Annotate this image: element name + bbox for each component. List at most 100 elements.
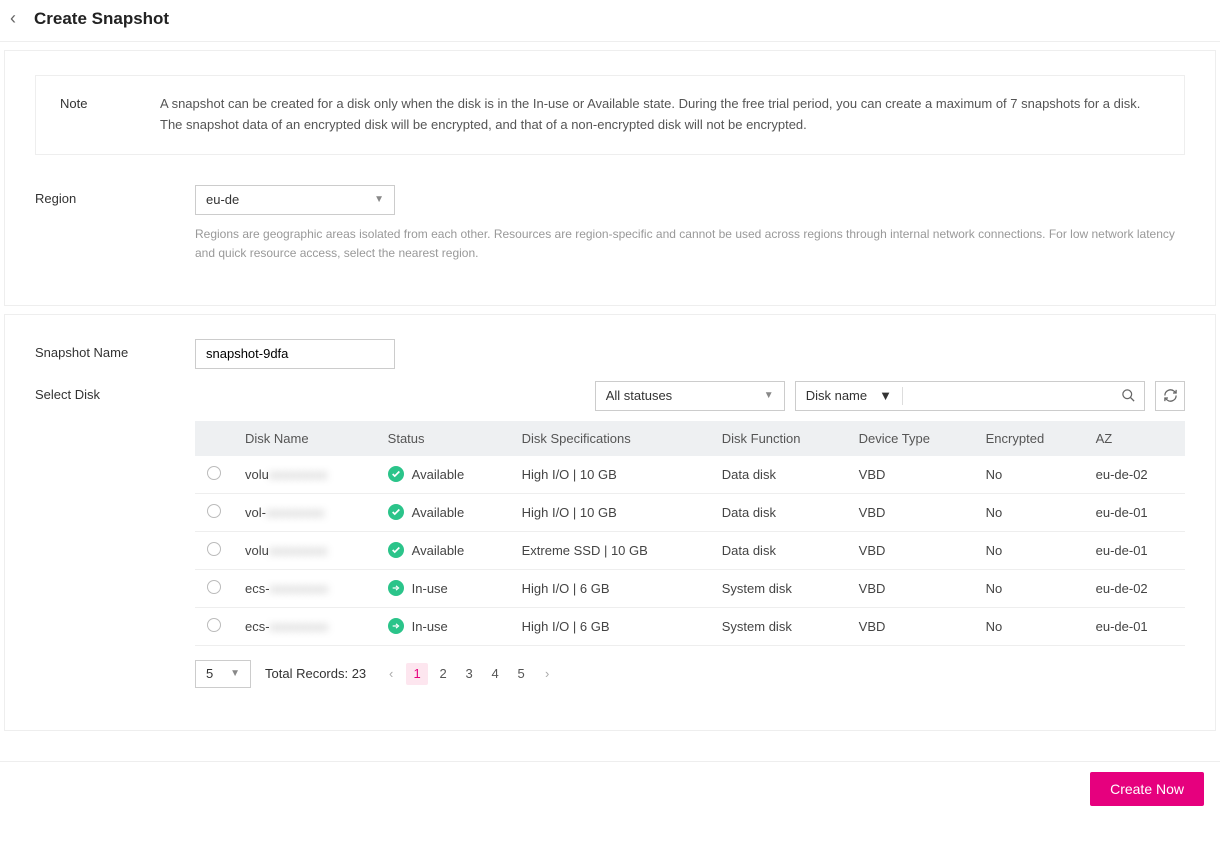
cell-az: eu-de-01 — [1084, 607, 1185, 645]
search-icon — [1121, 388, 1136, 403]
cell-status: Available — [376, 531, 510, 569]
cell-encrypted: No — [974, 531, 1084, 569]
cell-function: Data disk — [710, 456, 847, 494]
refresh-button[interactable] — [1155, 381, 1185, 411]
note-box: Note A snapshot can be created for a dis… — [35, 75, 1185, 155]
cell-device: VBD — [847, 607, 974, 645]
row-radio[interactable] — [207, 466, 221, 480]
row-radio[interactable] — [207, 542, 221, 556]
pager-page[interactable]: 5 — [510, 663, 532, 685]
chevron-down-icon: ▼ — [764, 390, 774, 401]
select-disk-label: Select Disk — [35, 381, 135, 688]
cell-spec: High I/O | 10 GB — [510, 456, 710, 494]
table-row: vol-xxxxxxxxxAvailableHigh I/O | 10 GBDa… — [195, 493, 1185, 531]
region-section: Note A snapshot can be created for a dis… — [4, 50, 1216, 306]
cell-function: System disk — [710, 607, 847, 645]
col-az: AZ — [1084, 421, 1185, 456]
cell-az: eu-de-01 — [1084, 493, 1185, 531]
cell-disk-name: ecs-xxxxxxxxx — [233, 569, 376, 607]
pager-page[interactable]: 2 — [432, 663, 454, 685]
snapshot-name-label: Snapshot Name — [35, 339, 135, 360]
table-row: ecs-xxxxxxxxxIn-useHigh I/O | 6 GBSystem… — [195, 607, 1185, 645]
region-select[interactable]: eu-de ▼ — [195, 185, 395, 215]
cell-spec: High I/O | 6 GB — [510, 607, 710, 645]
arrow-circle-icon — [388, 618, 404, 634]
cell-status: Available — [376, 493, 510, 531]
note-label: Note — [60, 94, 100, 136]
page-size-select[interactable]: 5 ▼ — [195, 660, 251, 688]
cell-encrypted: No — [974, 607, 1084, 645]
pager-prev[interactable]: ‹ — [380, 663, 402, 685]
region-value: eu-de — [206, 192, 239, 207]
refresh-icon — [1163, 388, 1178, 403]
col-device: Device Type — [847, 421, 974, 456]
disk-section: Snapshot Name Select Disk All statuses ▼… — [4, 314, 1216, 731]
page-title: Create Snapshot — [34, 9, 169, 29]
table-row: ecs-xxxxxxxxxIn-useHigh I/O | 6 GBSystem… — [195, 569, 1185, 607]
region-label: Region — [35, 185, 135, 206]
pager-page[interactable]: 1 — [406, 663, 428, 685]
note-line2: The snapshot data of an encrypted disk w… — [160, 115, 1140, 136]
chevron-down-icon: ▼ — [879, 388, 892, 403]
page-size-value: 5 — [206, 666, 213, 681]
check-circle-icon — [388, 542, 404, 558]
snapshot-name-input-wrapper — [195, 339, 395, 369]
chevron-down-icon: ▼ — [374, 194, 384, 205]
pager-page[interactable]: 3 — [458, 663, 480, 685]
cell-spec: High I/O | 6 GB — [510, 569, 710, 607]
note-line1: A snapshot can be created for a disk onl… — [160, 94, 1140, 115]
disk-search-input[interactable] — [903, 388, 1113, 403]
cell-az: eu-de-01 — [1084, 531, 1185, 569]
back-icon[interactable]: ‹ — [6, 8, 20, 29]
cell-disk-name: ecs-xxxxxxxxx — [233, 607, 376, 645]
cell-encrypted: No — [974, 456, 1084, 494]
cell-device: VBD — [847, 569, 974, 607]
col-function: Disk Function — [710, 421, 847, 456]
region-hint: Regions are geographic areas isolated fr… — [195, 225, 1185, 263]
cell-function: Data disk — [710, 493, 847, 531]
pager-page[interactable]: 4 — [484, 663, 506, 685]
pagination: 5 ▼ Total Records: 23 ‹12345› — [195, 660, 1185, 688]
table-row: voluxxxxxxxxxAvailableHigh I/O | 10 GBDa… — [195, 456, 1185, 494]
arrow-circle-icon — [388, 580, 404, 596]
cell-device: VBD — [847, 531, 974, 569]
pager-next[interactable]: › — [536, 663, 558, 685]
snapshot-name-input[interactable] — [206, 346, 384, 361]
col-encrypted: Encrypted — [974, 421, 1084, 456]
status-filter-value: All statuses — [606, 388, 672, 403]
note-text: A snapshot can be created for a disk onl… — [160, 94, 1140, 136]
cell-device: VBD — [847, 456, 974, 494]
search-by-select[interactable]: Disk name ▼ — [796, 388, 902, 403]
cell-az: eu-de-02 — [1084, 456, 1185, 494]
check-circle-icon — [388, 504, 404, 520]
row-radio[interactable] — [207, 580, 221, 594]
cell-function: System disk — [710, 569, 847, 607]
disk-search-combo: Disk name ▼ — [795, 381, 1145, 411]
cell-spec: Extreme SSD | 10 GB — [510, 531, 710, 569]
col-disk-name: Disk Name — [233, 421, 376, 456]
search-button[interactable] — [1113, 388, 1144, 403]
search-by-value: Disk name — [806, 388, 867, 403]
chevron-down-icon: ▼ — [230, 668, 240, 679]
cell-encrypted: No — [974, 569, 1084, 607]
check-circle-icon — [388, 466, 404, 482]
table-row: voluxxxxxxxxxAvailableExtreme SSD | 10 G… — [195, 531, 1185, 569]
cell-status: Available — [376, 456, 510, 494]
cell-function: Data disk — [710, 531, 847, 569]
row-radio[interactable] — [207, 618, 221, 632]
cell-status: In-use — [376, 569, 510, 607]
cell-disk-name: voluxxxxxxxxx — [233, 456, 376, 494]
total-records: Total Records: 23 — [265, 666, 366, 681]
cell-spec: High I/O | 10 GB — [510, 493, 710, 531]
col-spec: Disk Specifications — [510, 421, 710, 456]
cell-az: eu-de-02 — [1084, 569, 1185, 607]
col-status: Status — [376, 421, 510, 456]
cell-disk-name: voluxxxxxxxxx — [233, 531, 376, 569]
create-now-button[interactable]: Create Now — [1090, 772, 1204, 806]
cell-disk-name: vol-xxxxxxxxx — [233, 493, 376, 531]
footer: Create Now — [0, 761, 1220, 816]
status-filter-select[interactable]: All statuses ▼ — [595, 381, 785, 411]
disk-table: Disk Name Status Disk Specifications Dis… — [195, 421, 1185, 646]
row-radio[interactable] — [207, 504, 221, 518]
cell-status: In-use — [376, 607, 510, 645]
